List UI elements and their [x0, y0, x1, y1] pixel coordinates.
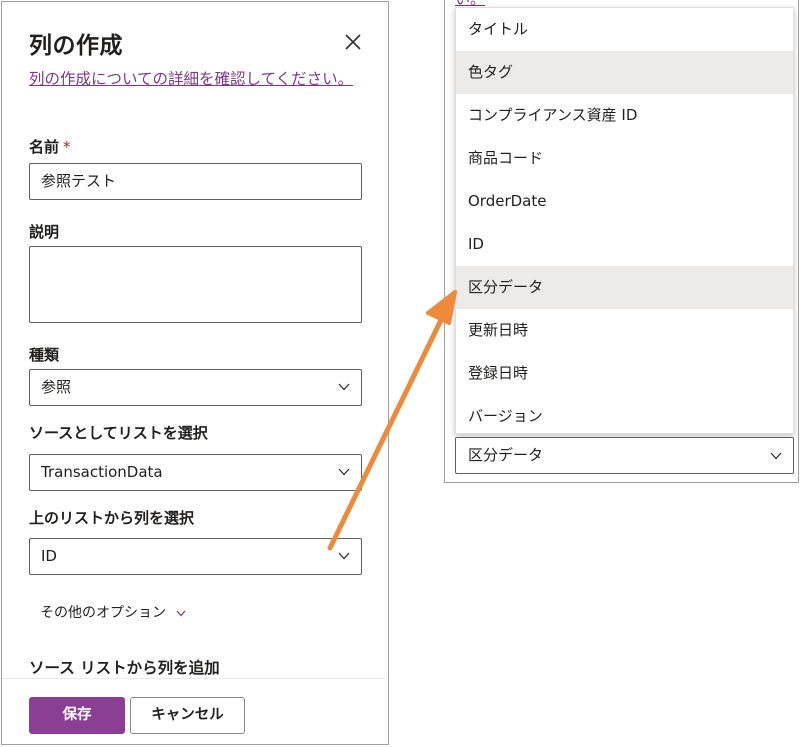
more-options-label: その他のオプション	[40, 605, 166, 621]
footer-divider	[2, 678, 388, 679]
required-mark: *	[63, 138, 71, 156]
menu-item-product-code[interactable]: 商品コード	[456, 137, 793, 180]
menu-item-compliance-id[interactable]: コンプライアンス資産 ID	[456, 94, 793, 137]
cancel-button[interactable]: キャンセル	[130, 697, 245, 734]
description-label: 説明	[29, 223, 60, 241]
chevron-down-icon	[770, 452, 782, 460]
type-dropdown-value: 参照	[41, 378, 72, 396]
description-field[interactable]	[29, 246, 362, 323]
create-column-panel: 列の作成 列の作成についての詳細を確認してください。 名前 * 参照テスト 説明 …	[1, 1, 389, 745]
close-icon[interactable]	[344, 33, 362, 51]
source-list-value: TransactionData	[41, 463, 163, 481]
type-label: 種類	[29, 346, 60, 364]
source-list-label: ソースとしてリストを選択	[29, 424, 208, 442]
type-dropdown[interactable]: 参照	[29, 369, 362, 406]
menu-item-id[interactable]: ID	[456, 223, 793, 266]
menu-item-title[interactable]: タイトル	[456, 8, 793, 51]
lookup-column-dropdown[interactable]: ID	[29, 538, 362, 575]
menu-item-version[interactable]: バージョン	[456, 395, 793, 438]
dropdown-menu: タイトル 色タグ コンプライアンス資産 ID 商品コード OrderDate I…	[455, 7, 794, 434]
chevron-down-icon	[338, 552, 350, 560]
menu-item-category-data[interactable]: 区分データ	[456, 266, 793, 309]
menu-item-order-date[interactable]: OrderDate	[456, 180, 793, 223]
menu-item-created[interactable]: 登録日時	[456, 352, 793, 395]
source-list-dropdown[interactable]: TransactionData	[29, 454, 362, 491]
column-select-label: 上のリストから列を選択	[29, 509, 195, 527]
lookup-column-selected-value: 区分データ	[468, 446, 544, 464]
chevron-down-icon	[338, 383, 350, 391]
column-dropdown-panel: い。 タイトル 色タグ コンプライアンス資産 ID 商品コード OrderDat…	[444, 0, 799, 483]
add-from-source-heading: ソース リストから列を追加	[29, 659, 220, 677]
save-button[interactable]: 保存	[29, 697, 125, 734]
menu-item-color-tag[interactable]: 色タグ	[456, 51, 793, 94]
more-options-toggle[interactable]: その他のオプション	[40, 602, 186, 622]
menu-item-modified[interactable]: 更新日時	[456, 309, 793, 352]
chevron-down-icon	[176, 610, 186, 616]
panel-title: 列の作成	[29, 33, 123, 59]
chevron-down-icon	[338, 468, 350, 476]
lookup-column-value: ID	[41, 547, 57, 565]
name-label: 名前 *	[29, 136, 71, 157]
lookup-column-dropdown-open[interactable]: 区分データ	[455, 437, 794, 474]
name-input[interactable]: 参照テスト	[29, 163, 362, 200]
learn-more-link[interactable]: 列の作成についての詳細を確認してください。	[29, 68, 359, 91]
name-label-text: 名前	[29, 138, 60, 156]
